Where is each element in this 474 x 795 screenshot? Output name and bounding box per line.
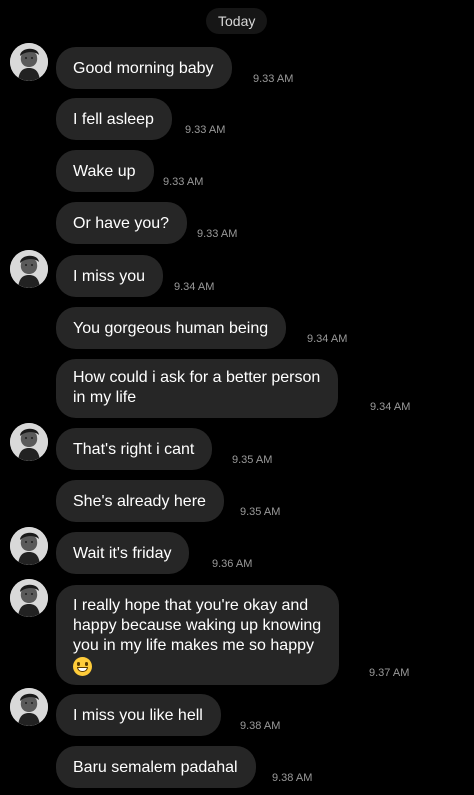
- avatar[interactable]: [10, 527, 48, 565]
- message-bubble[interactable]: Good morning baby: [56, 47, 232, 89]
- message-bubble[interactable]: Wait it's friday: [56, 532, 190, 574]
- message-text-line: How could i ask for a better person: [73, 369, 321, 386]
- message-text-line: happy because waking up knowing: [73, 617, 322, 634]
- message-timestamp: 9.38 AM: [240, 720, 281, 732]
- message-text: Wake up: [73, 163, 136, 180]
- avatar[interactable]: [10, 688, 48, 726]
- message-timestamp: 9.37 AM: [369, 667, 410, 679]
- message-text: Good morning baby: [73, 60, 214, 77]
- message-bubble[interactable]: I really hope that you're okay and happy…: [56, 585, 340, 685]
- message-text: Wait it's friday: [73, 545, 172, 562]
- avatar-photo-icon: [10, 527, 48, 565]
- message-bubble[interactable]: She's already here: [56, 480, 224, 522]
- message-text-line: you in my life makes me so happy: [73, 637, 314, 654]
- message-timestamp: 9.33 AM: [253, 73, 294, 85]
- avatar-photo-icon: [10, 579, 48, 617]
- message-text-line: in my life: [73, 389, 137, 406]
- message-bubble[interactable]: Baru semalem padahal: [56, 746, 256, 788]
- message-timestamp: 9.33 AM: [163, 176, 204, 188]
- message-text: Or have you?: [73, 215, 170, 232]
- message-bubble[interactable]: I miss you like hell: [56, 694, 221, 736]
- grinning-face-icon: [73, 657, 92, 676]
- message-timestamp: 9.33 AM: [197, 228, 238, 240]
- message-timestamp: 9.35 AM: [232, 454, 273, 466]
- message-text: That's right i cant: [73, 441, 195, 458]
- avatar[interactable]: [10, 250, 48, 288]
- avatar[interactable]: [10, 579, 48, 617]
- message-text-line: I really hope that you're okay and: [73, 597, 309, 614]
- chat-thread: Today Good morning baby 9.33 AM I fell a…: [0, 0, 474, 795]
- message-bubble[interactable]: You gorgeous human being: [56, 307, 287, 349]
- message-timestamp: 9.34 AM: [174, 281, 215, 293]
- message-timestamp: 9.38 AM: [272, 772, 313, 784]
- avatar[interactable]: [10, 43, 48, 81]
- message-text: I miss you like hell: [73, 707, 203, 724]
- message-bubble[interactable]: Or have you?: [56, 202, 188, 244]
- message-bubble[interactable]: I miss you: [56, 255, 164, 297]
- message-timestamp: 9.33 AM: [185, 124, 226, 136]
- message-bubble[interactable]: That's right i cant: [56, 428, 213, 470]
- avatar-photo-icon: [10, 423, 48, 461]
- message-text: I fell asleep: [73, 111, 154, 128]
- message-text: You gorgeous human being: [73, 320, 269, 337]
- message-timestamp: 9.34 AM: [370, 401, 411, 413]
- message-bubble[interactable]: Wake up: [56, 150, 154, 192]
- message-text: I miss you: [73, 268, 146, 285]
- avatar-photo-icon: [10, 250, 48, 288]
- message-timestamp: 9.35 AM: [240, 506, 281, 518]
- avatar-photo-icon: [10, 688, 48, 726]
- avatar[interactable]: [10, 423, 48, 461]
- message-text: Baru semalem padahal: [73, 759, 238, 776]
- message-text: She's already here: [73, 493, 206, 510]
- message-bubble[interactable]: How could i ask for a better person in m…: [56, 359, 339, 418]
- message-timestamp: 9.34 AM: [307, 333, 348, 345]
- avatar-photo-icon: [10, 43, 48, 81]
- message-timestamp: 9.36 AM: [212, 558, 253, 570]
- date-separator: Today: [206, 8, 268, 34]
- message-bubble[interactable]: I fell asleep: [56, 98, 172, 140]
